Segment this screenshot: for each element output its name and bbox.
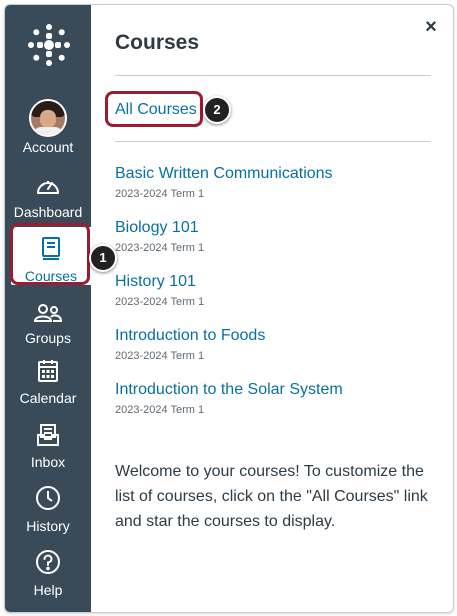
course-term: 2023-2024 Term 1 — [115, 188, 205, 200]
course-name-link[interactable]: Introduction to Foods — [115, 326, 265, 346]
clock-icon — [5, 485, 91, 516]
book-icon — [41, 237, 61, 265]
course-name-link[interactable]: Introduction to the Solar System — [115, 380, 343, 400]
nav-label-groups: Groups — [25, 330, 71, 346]
people-icon — [5, 303, 91, 328]
nav-item-account[interactable]: Account — [5, 99, 91, 155]
close-icon[interactable]: × — [423, 17, 439, 37]
course-item[interactable]: Introduction to Foods 2023-2024 Term 1 — [115, 326, 265, 363]
course-name-link[interactable]: Biology 101 — [115, 218, 204, 238]
nav-label-courses: Courses — [24, 268, 78, 284]
nav-item-dashboard[interactable]: Dashboard — [5, 175, 91, 220]
course-item[interactable]: Introduction to the Solar System 2023-20… — [115, 380, 343, 417]
nav-item-inbox[interactable]: Inbox — [5, 423, 91, 470]
course-item[interactable]: Biology 101 2023-2024 Term 1 — [115, 218, 204, 255]
callout-badge-2: 2 — [203, 96, 231, 124]
nav-item-courses[interactable]: Courses — [11, 227, 91, 285]
course-term: 2023-2024 Term 1 — [115, 242, 205, 254]
divider — [115, 141, 431, 142]
global-navigation-tray: Account Dashboard Courses Groups Calenda… — [4, 4, 454, 613]
course-term: 2023-2024 Term 1 — [115, 404, 205, 416]
speedometer-icon — [5, 175, 91, 202]
all-courses-link[interactable]: All Courses — [115, 101, 197, 119]
avatar — [29, 99, 67, 137]
nav-item-calendar[interactable]: Calendar — [5, 359, 91, 406]
nav-label-inbox: Inbox — [30, 454, 66, 470]
course-item[interactable]: History 101 2023-2024 Term 1 — [115, 272, 204, 309]
nav-label-account: Account — [22, 139, 74, 155]
global-nav-sidebar: Account Dashboard Courses Groups Calenda… — [5, 5, 91, 612]
canvas-logo-icon[interactable] — [27, 23, 71, 67]
inbox-icon — [5, 423, 91, 452]
question-icon — [5, 549, 91, 580]
course-item[interactable]: Basic Written Communications 2023-2024 T… — [115, 164, 333, 201]
nav-label-history: History — [26, 518, 70, 534]
course-term: 2023-2024 Term 1 — [115, 350, 205, 362]
divider — [115, 75, 431, 76]
courses-tray-panel: × Courses All Courses 2 Basic Written Co… — [91, 5, 453, 612]
course-name-link[interactable]: Basic Written Communications — [115, 164, 333, 184]
nav-item-groups[interactable]: Groups — [5, 303, 91, 346]
calendar-icon — [5, 359, 91, 388]
course-name-link[interactable]: History 101 — [115, 272, 204, 292]
nav-label-help: Help — [33, 582, 63, 598]
nav-item-help[interactable]: Help — [5, 549, 91, 598]
nav-item-history[interactable]: History — [5, 485, 91, 534]
nav-label-dashboard: Dashboard — [13, 204, 83, 220]
tray-title: Courses — [115, 31, 200, 54]
nav-label-calendar: Calendar — [19, 390, 77, 406]
welcome-message: Welcome to your courses! To customize th… — [115, 463, 428, 530]
course-term: 2023-2024 Term 1 — [115, 296, 205, 308]
